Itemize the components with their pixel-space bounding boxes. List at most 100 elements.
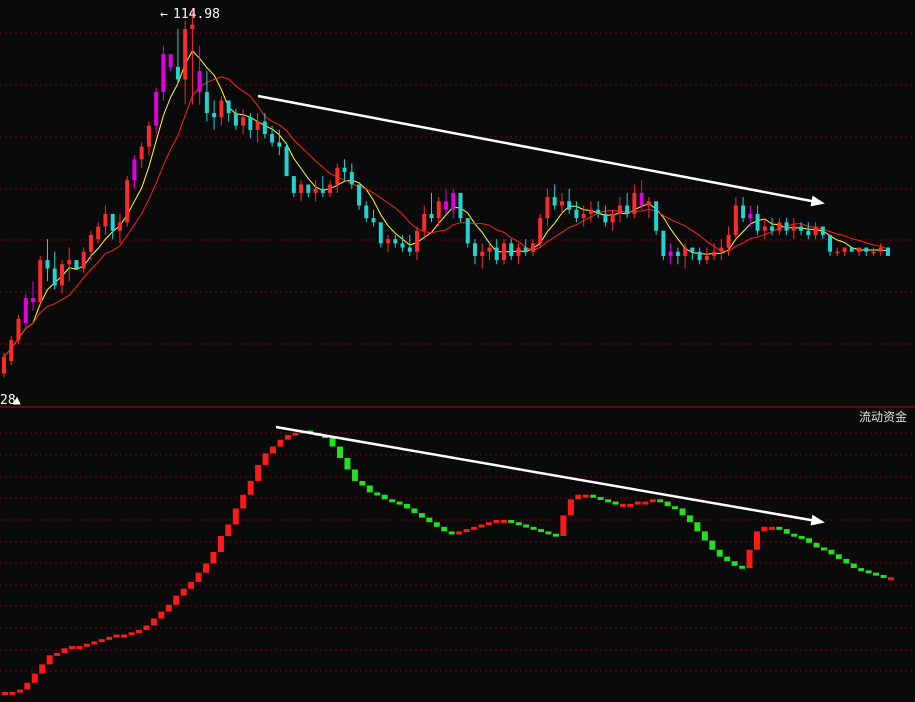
liquidity-step	[515, 522, 522, 526]
candle-body	[371, 218, 376, 223]
liquidity-step	[136, 630, 142, 633]
candle-body	[596, 209, 601, 214]
candle-body	[415, 230, 420, 252]
candle-body	[632, 192, 637, 214]
candle-body	[16, 318, 21, 340]
candle-body	[139, 146, 144, 160]
candle-body	[458, 192, 463, 219]
high-price-label: 114.98	[173, 7, 220, 22]
candle-body	[820, 226, 825, 235]
liquidity-step	[463, 529, 470, 533]
candle-body	[639, 192, 644, 206]
stock-chart-window: 114.98 ← 28 ▲ 流动资金	[0, 0, 915, 702]
liquidity-step	[173, 595, 180, 605]
liquidity-step	[679, 508, 686, 516]
indicator-title: 流动资金	[859, 409, 907, 424]
liquidity-step	[508, 519, 515, 523]
liquidity-step	[791, 533, 798, 537]
candle-body	[748, 213, 753, 219]
candle-body	[849, 247, 854, 252]
low-price-marker-icon: ▲	[13, 393, 21, 408]
candle-body	[871, 251, 876, 254]
candle-body	[683, 247, 688, 256]
candle-body	[741, 205, 746, 219]
trend-arrows	[257, 94, 825, 526]
liquidity-step	[106, 636, 113, 640]
liquidity-step	[9, 691, 16, 695]
liquidity-step	[31, 673, 38, 683]
liquidity-step	[456, 531, 463, 535]
candle-body	[81, 251, 86, 269]
liquidity-step	[672, 506, 679, 510]
liquidity-step	[850, 563, 857, 569]
liquidity-step	[329, 437, 336, 447]
candle-body	[357, 184, 362, 206]
candle-body	[436, 201, 441, 219]
candle-body	[313, 188, 318, 193]
candlesticks[interactable]	[2, 8, 890, 378]
liquidity-step	[277, 439, 284, 447]
chart-svg[interactable]: 114.98 ← 28 ▲ 流动资金	[0, 0, 915, 702]
liquidity-step	[2, 691, 8, 695]
liquidity-step	[54, 652, 61, 656]
liquidity-step	[523, 524, 530, 528]
liquidity-step	[560, 515, 567, 536]
liquidity-step	[433, 522, 440, 527]
candle-body	[23, 297, 28, 324]
liquidity-step	[210, 552, 217, 564]
liquidity-step	[366, 485, 373, 493]
liquidity-step	[746, 549, 753, 569]
liquidity-step	[657, 499, 664, 503]
liquidity-step	[46, 655, 53, 665]
candle-body	[2, 356, 6, 374]
liquidity-step	[150, 618, 157, 626]
candle-body	[190, 24, 195, 30]
candle-body	[306, 184, 311, 193]
liquidity-step	[180, 588, 187, 596]
indicator-grid	[0, 432, 915, 672]
candle-body	[378, 222, 383, 244]
candle-body	[588, 209, 593, 214]
liquidity-step	[888, 577, 894, 581]
candle-body	[248, 117, 253, 130]
candle-body	[9, 339, 14, 361]
liquidity-step	[776, 526, 783, 530]
candle-body	[712, 251, 717, 256]
liquidity-step	[292, 432, 299, 436]
liquidity-step	[374, 492, 381, 496]
liquidity-step	[590, 494, 597, 498]
candle-body	[197, 71, 202, 93]
candle-body	[494, 247, 499, 261]
candle-body	[878, 247, 883, 252]
liquidity-step	[865, 570, 872, 574]
liquidity-step	[731, 561, 738, 566]
candle-body	[567, 201, 572, 210]
liquidity-step	[389, 499, 396, 503]
candle-body	[581, 213, 586, 219]
candle-body	[559, 201, 564, 206]
candle-body	[675, 251, 680, 256]
candle-body	[74, 260, 79, 269]
liquidity-step	[404, 503, 411, 509]
liquidity-step	[806, 538, 813, 543]
candle-body	[88, 234, 93, 252]
price-trend-arrow	[257, 94, 823, 205]
liquidity-step	[612, 501, 619, 505]
ma-long-line	[3, 76, 889, 358]
liquidity-step	[240, 494, 247, 509]
candle-body	[407, 247, 412, 252]
candle-body	[291, 176, 296, 193]
liquidity-step	[619, 503, 626, 507]
liquidity-step	[694, 522, 701, 532]
liquidity-step	[98, 639, 105, 643]
candle-body	[842, 247, 847, 252]
liquidity-step	[441, 526, 448, 532]
liquidity-step	[351, 469, 358, 481]
candle-body	[364, 205, 369, 219]
liquidity-step	[247, 480, 254, 495]
price-grid	[0, 32, 915, 345]
high-price-marker-icon: ←	[160, 7, 168, 22]
candle-body	[110, 213, 115, 231]
candle-body	[320, 188, 325, 193]
liquidity-step	[203, 563, 209, 573]
